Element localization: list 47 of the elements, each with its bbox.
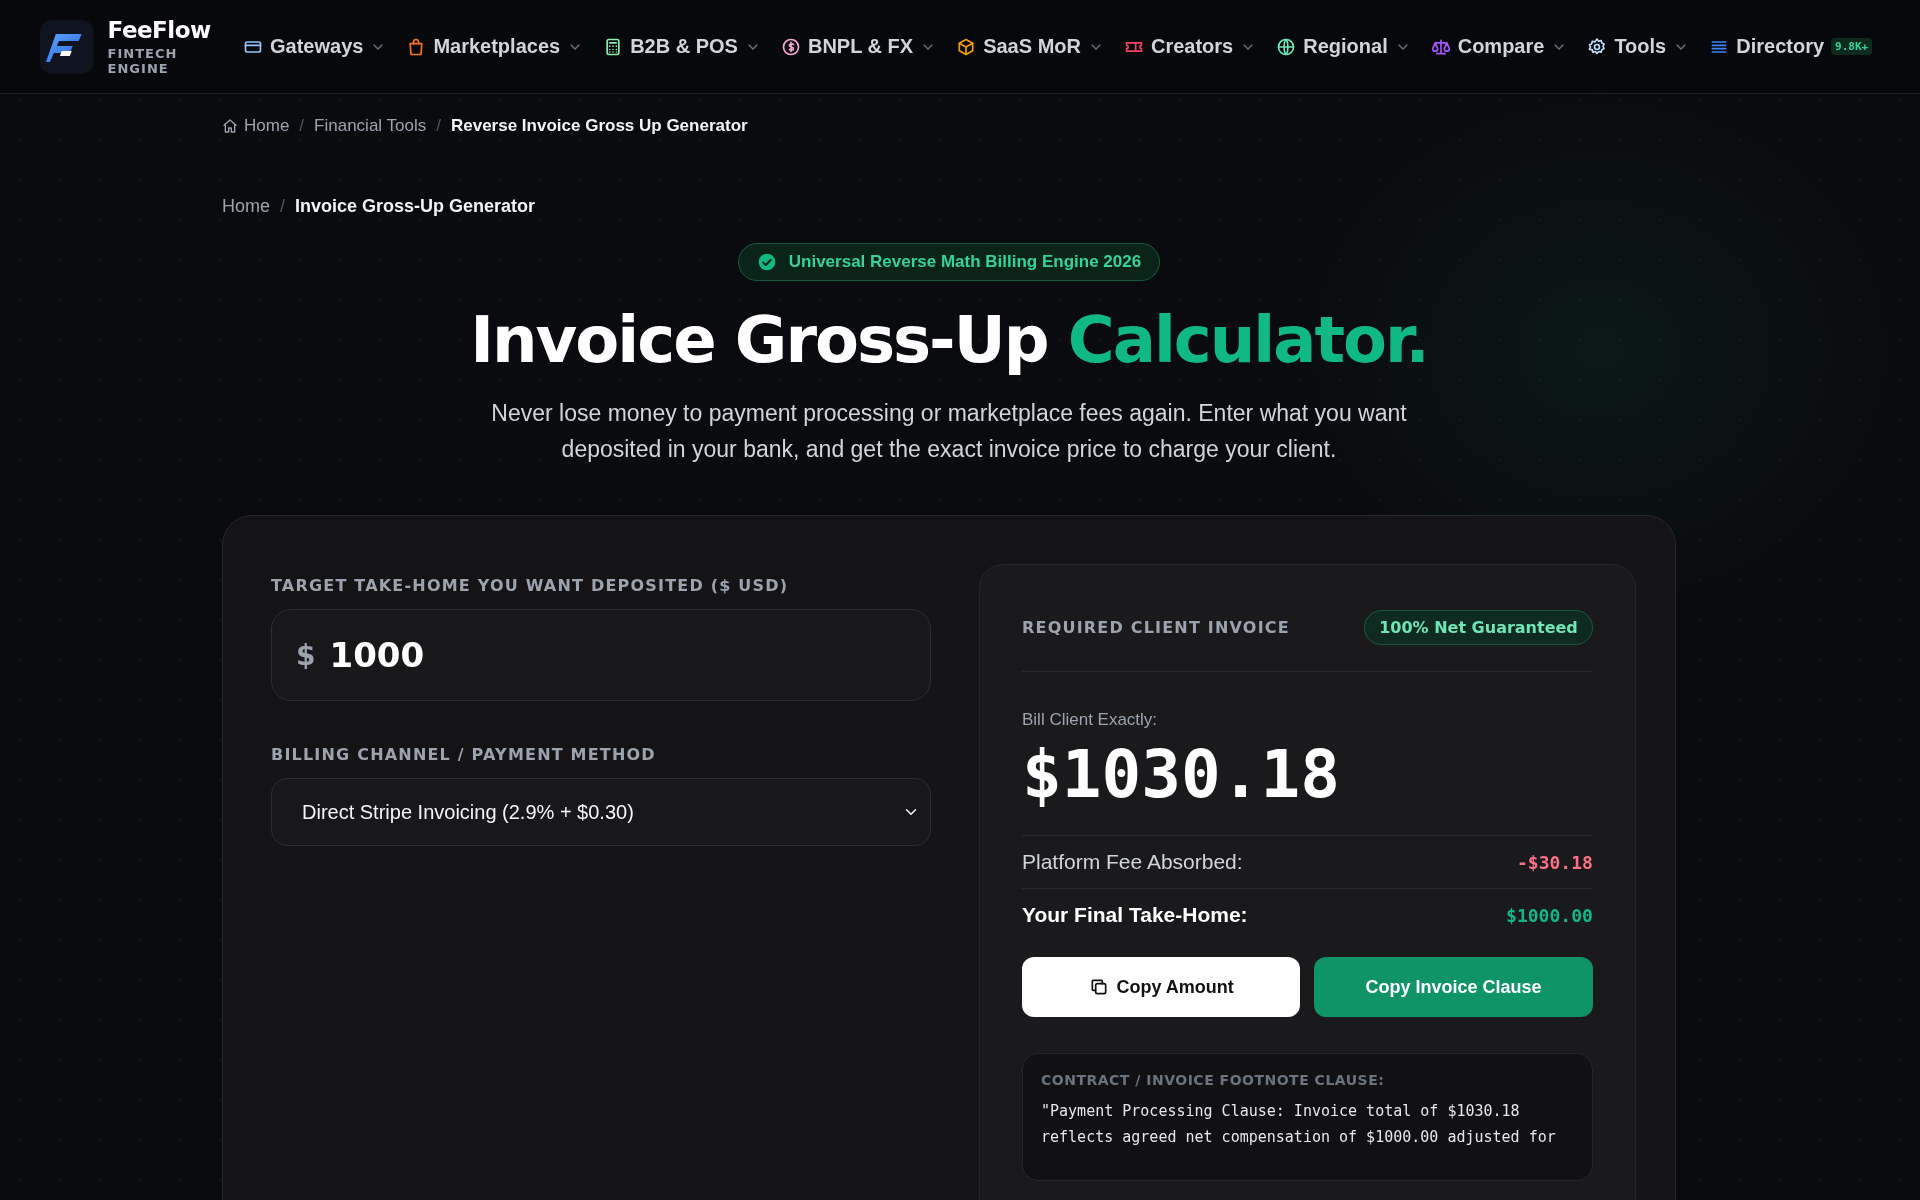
breadcrumb-separator: / — [299, 116, 305, 136]
summary-value: -$30.18 — [1516, 851, 1593, 873]
dollar-coin-icon — [780, 36, 801, 57]
breadcrumb-separator: / — [280, 196, 286, 217]
nav-menu-item[interactable]: SaaS MoR — [956, 35, 1104, 58]
nav-menu-item[interactable]: Marketplaces — [406, 35, 584, 58]
clause-heading: CONTRACT / INVOICE FOOTNOTE CLAUSE: — [1041, 1072, 1386, 1088]
copy-clause-button[interactable]: Copy Invoice Clause — [1314, 957, 1593, 1017]
nav-menu-item[interactable]: Creators — [1123, 35, 1257, 58]
clause-text: "Payment Processing Clause: Invoice total of $1030.18 reflects agreed net compensation of $1000.00 adjusted for — [1041, 1101, 1557, 1148]
copy-amount-button[interactable]: Copy Amount — [1022, 957, 1301, 1017]
globe-icon — [1276, 36, 1297, 57]
brand-tagline: FINTECH ENGINE — [107, 46, 179, 76]
breadcrumb-link[interactable]: Financial Tools — [314, 116, 427, 136]
field-label: BILLING CHANNEL / PAYMENT METHOD — [271, 745, 657, 764]
breadcrumb-link[interactable]: Home — [222, 196, 270, 217]
page-title: Invoice Gross-Up Calculator. — [470, 303, 1428, 377]
status-badge: 100% Net Guaranteed — [1364, 609, 1593, 645]
summary-value: $1000.00 — [1506, 904, 1593, 926]
invoice-amount: $1030.18 — [1022, 736, 1341, 813]
page-subtitle: Never lose money to payment processing or marketplace fees again. Enter what you want deposited in your bank, and get the exact invoice price to charge your client. — [490, 399, 1408, 464]
brand-name[interactable]: FeeFlow — [107, 17, 243, 43]
payment-method-select[interactable]: Direct Stripe Invoicing (2.9% + $0.30) — [271, 778, 931, 846]
field-label: TARGET TAKE-HOME YOU WANT DEPOSITED ($ USD) — [271, 576, 790, 595]
box-icon — [956, 36, 977, 57]
breadcrumb-link[interactable]: Home — [222, 116, 290, 136]
logo-icon — [38, 17, 96, 76]
settings-icon — [1587, 36, 1608, 57]
nav-menu-item[interactable]: Compare — [1430, 35, 1568, 58]
amount-field[interactable]: $ 1000 — [271, 609, 931, 701]
nav-menu-item[interactable]: Tools — [1587, 35, 1690, 58]
nav-menu-item[interactable]: B2B & POS — [603, 35, 761, 58]
summary-label: Platform Fee Absorbed: — [1022, 850, 1243, 874]
check-circle-icon — [756, 252, 777, 272]
count-badge: 9.8K+ — [1831, 38, 1873, 55]
nav-menu-item[interactable]: BNPL & FX — [780, 35, 937, 58]
home-icon — [222, 118, 238, 134]
amount-input[interactable]: 1000 — [329, 635, 730, 675]
nav-menu-item[interactable]: Gateways — [243, 35, 387, 58]
nav-menu-item[interactable]: Directory 9.8K+ — [1709, 35, 1873, 58]
status-badge: Universal Reverse Math Billing Engine 2026 — [737, 243, 1161, 281]
summary-label: Your Final Take-Home: — [1022, 903, 1248, 927]
panel-heading: REQUIRED CLIENT INVOICE — [1022, 617, 1290, 637]
nav-menu-item[interactable]: Regional — [1276, 35, 1411, 58]
currency-symbol: $ — [296, 638, 316, 672]
amount-label: Bill Client Exactly: — [1022, 710, 1159, 730]
breadcrumb-separator: / — [436, 116, 441, 136]
